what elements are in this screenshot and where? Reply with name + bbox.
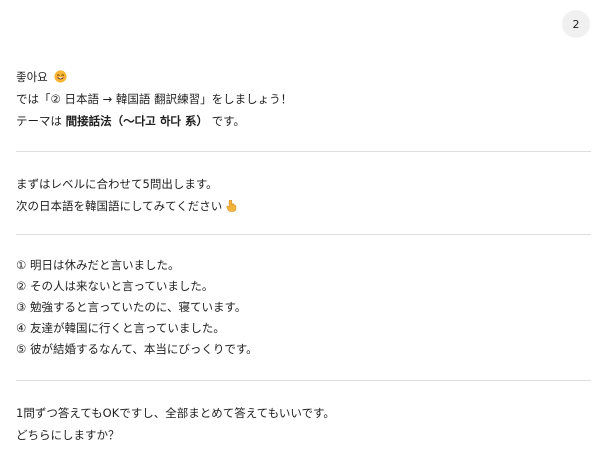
- instructions-line-2: 次の日本語を韓国語にしてみてください: [16, 195, 591, 217]
- user-message-bubble[interactable]: 2: [562, 10, 590, 38]
- instructions-section: まずはレベルに合わせて5問出します。 次の日本語を韓国語にしてみてください: [16, 173, 591, 217]
- question-item-5: ⑤ 彼が結婚するなんて、本当にびっくりです。: [16, 342, 258, 356]
- instructions-text: 次の日本語を韓国語にしてみてください: [16, 199, 223, 213]
- question-item-4: ④ 友達が韓国に行くと言っていました。: [16, 321, 225, 335]
- question-item-3: ③ 勉強すると言っていたのに、寝ています。: [16, 300, 247, 314]
- theme-bold: 間接話法（〜다고 하다 系）: [65, 114, 208, 128]
- question-item-2: ② その人は来ないと言っていました。: [16, 279, 214, 293]
- intro-practice-line: では「② 日本語 → 韓国語 翻訳練習」をしましょう！: [16, 92, 293, 106]
- closing-section: 1問ずつ答えてもOKですし、全部まとめて答えてもいいです。 どちらにしますか？: [16, 402, 591, 446]
- greeting-line: 좋아요: [16, 66, 591, 88]
- closing-line-2: どちらにしますか？: [16, 428, 120, 442]
- backhand-index-pointing-down-icon: [225, 197, 237, 219]
- instructions-line-1: まずはレベルに合わせて5問出します。: [16, 177, 218, 191]
- intro-theme-line: テーマは 間接話法（〜다고 하다 系） です。: [16, 110, 591, 132]
- theme-prefix: テーマは: [16, 114, 66, 128]
- closing-line-1: 1問ずつ答えてもOKですし、全部まとめて答えてもいいです。: [16, 406, 335, 420]
- smiling-face-icon: [54, 68, 67, 90]
- user-message-text: 2: [572, 17, 580, 31]
- intro-section: 좋아요 では「② 日本語 → 韓国語 翻訳練習」をしましょう！ テーマは 間接話…: [16, 66, 591, 132]
- theme-suffix: です。: [207, 114, 245, 128]
- question-item-1: ① 明日は休みだと言いました。: [16, 258, 180, 272]
- assistant-message: 좋아요 では「② 日本語 → 韓国語 翻訳練習」をしましょう！ テーマは 間接話…: [16, 66, 591, 446]
- questions-list: ① 明日は休みだと言いました。 ② その人は来ないと言っていました。 ③ 勉強す…: [16, 255, 591, 360]
- chat-container: 2 좋아요 では「② 日本語 → 韓国語 翻訳練習」をしましょう！ テーマは 間…: [0, 0, 594, 449]
- greeting-text: 좋아요: [16, 70, 48, 84]
